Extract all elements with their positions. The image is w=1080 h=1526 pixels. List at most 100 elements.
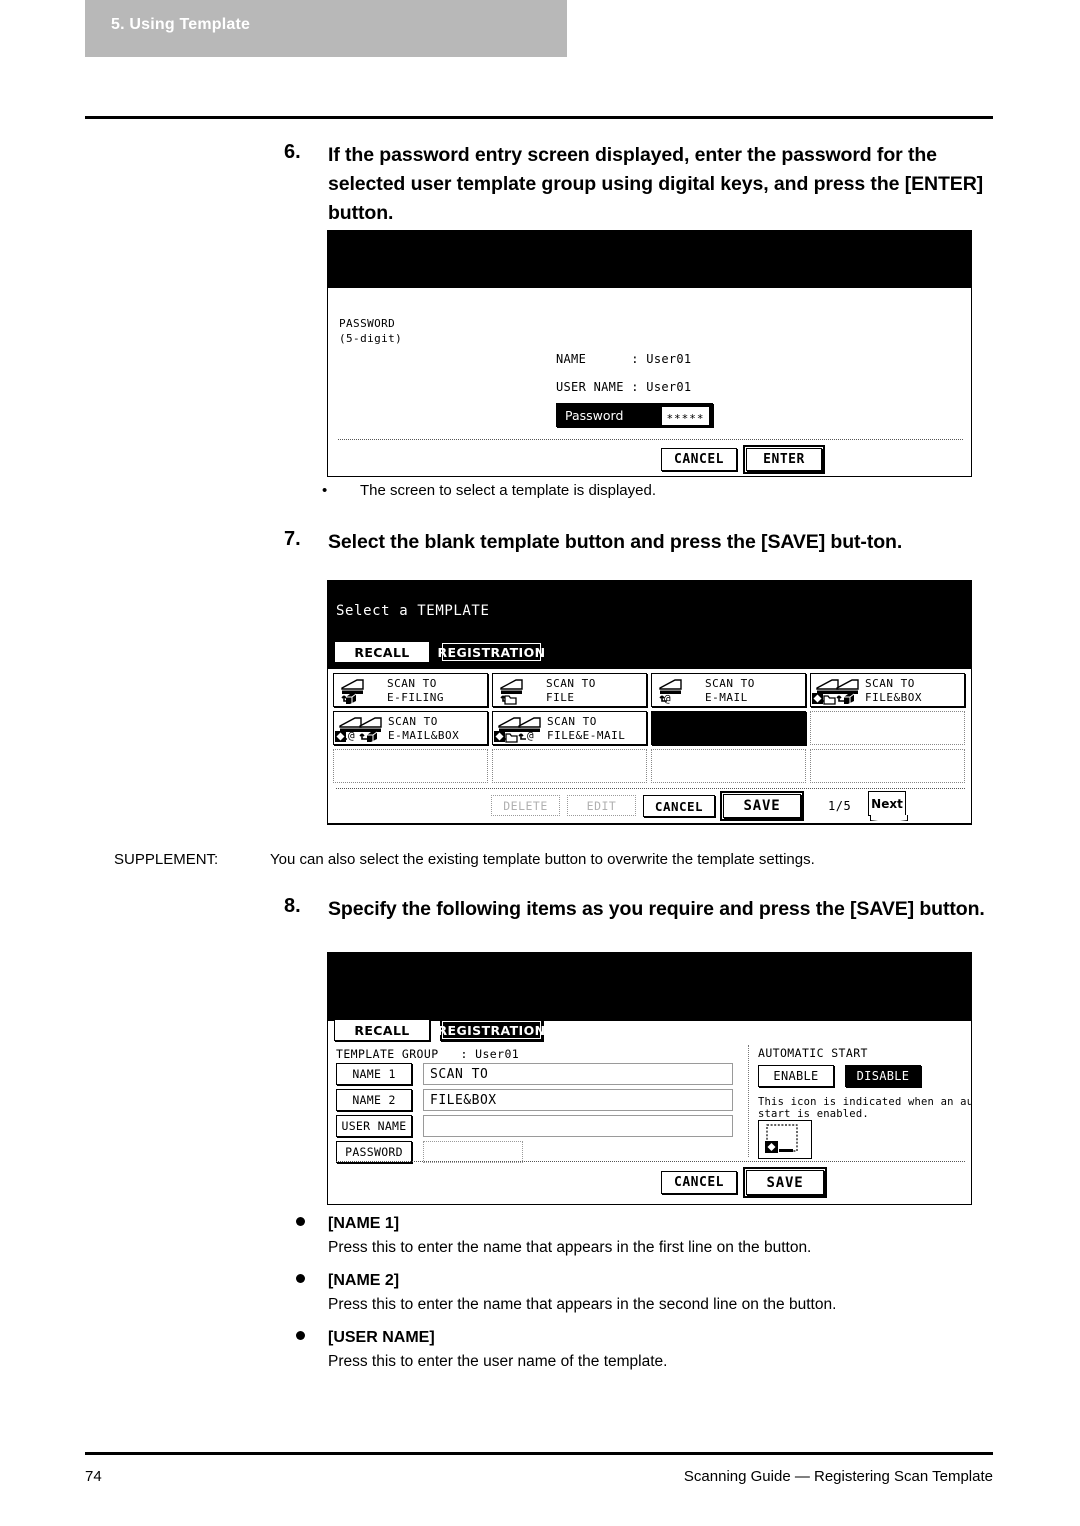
delete-button[interactable]: DELETE: [491, 795, 560, 816]
template-button[interactable]: SCAN TO FILE: [492, 673, 647, 707]
vertical-divider: [748, 1045, 749, 1157]
tab-registration[interactable]: REGISTRATION: [438, 641, 545, 663]
definition-term: [NAME 1]: [328, 1215, 400, 1232]
scanner-glyph-icon: [341, 679, 364, 704]
scanner-glyph-icon: [500, 679, 523, 705]
automatic-start-note: This icon is indicated when an automatic…: [758, 1096, 972, 1120]
step-8-number: 8.: [284, 895, 301, 917]
footer-rule: [85, 1452, 993, 1455]
cancel-button[interactable]: CANCEL: [661, 1171, 737, 1194]
field-value-name-1[interactable]: SCAN TO: [423, 1063, 733, 1085]
scanner-glyph-icon: @: [335, 717, 382, 742]
template-button[interactable]: SCAN TO E-FILING: [333, 673, 488, 707]
divider: [336, 1161, 965, 1162]
divider: [336, 788, 965, 789]
auto-start-glyph-icon: [765, 1124, 798, 1153]
template-button-label: SCAN TO E-MAIL&BOX: [388, 715, 460, 742]
template-button-label: SCAN TO E-MAIL: [705, 677, 755, 704]
screen-title: Select a TEMPLATE: [336, 603, 490, 619]
template-button-label: SCAN TO FILE&BOX: [865, 677, 922, 704]
edit-button[interactable]: EDIT: [567, 795, 636, 816]
name-row: NAME : User01: [556, 352, 692, 366]
template-registration-screen: RECALL REGISTRATION TEMPLATE GROUP : Use…: [327, 952, 972, 1205]
template-button[interactable]: [810, 749, 965, 783]
field-key-name-1[interactable]: NAME 1: [336, 1063, 412, 1085]
bullet-dot: •: [322, 482, 328, 499]
definition-item: [NAME 2] Press this to enter the name tha…: [296, 1270, 996, 1316]
lcd-header-bar: [328, 953, 971, 1021]
lcd-bottom-line: [328, 823, 971, 824]
next-button[interactable]: Next: [868, 791, 906, 816]
page-indicator: 1/5: [828, 799, 852, 813]
step-8-text: Specify the following items as you requi…: [328, 898, 985, 920]
chapter-title: 5. Using Template: [111, 16, 251, 33]
definition-item: [USER NAME] Press this to enter the user …: [296, 1327, 996, 1373]
scanner-glyph-icon: [812, 679, 859, 705]
scanner-to-efiling-icon: [337, 677, 367, 709]
scanner-glyph-icon: @: [494, 717, 541, 743]
field-key-password[interactable]: PASSWORD: [336, 1141, 412, 1163]
bullet-dot-icon: [296, 1274, 305, 1283]
svg-text:@: @: [527, 729, 534, 742]
template-group-row: TEMPLATE GROUP : User01: [336, 1047, 520, 1061]
tab-registration[interactable]: REGISTRATION: [438, 1019, 545, 1041]
scanner-to-fileemail-icon: @: [494, 715, 544, 747]
tab-recall[interactable]: RECALL: [334, 641, 430, 663]
chapter-tab: 5. Using Template: [85, 0, 567, 57]
enter-button[interactable]: ENTER: [743, 445, 825, 474]
field-key-name-2[interactable]: NAME 2: [336, 1089, 412, 1111]
template-button[interactable]: @ SCAN TO E-MAIL: [651, 673, 806, 707]
template-button-label: SCAN TO E-FILING: [387, 677, 444, 704]
supplement-label: SUPPLEMENT:: [114, 851, 219, 868]
step-6-number: 6.: [284, 141, 301, 163]
lcd-header-bar: [328, 231, 971, 288]
automatic-start-title: AUTOMATIC START: [758, 1046, 868, 1060]
password-input[interactable]: Password : ∗∗∗∗∗: [556, 403, 713, 427]
password-input-caption: Password: [565, 408, 624, 423]
cancel-button[interactable]: CANCEL: [643, 795, 715, 817]
step-6-text: If the password entry screen displayed, …: [328, 144, 984, 224]
svg-text:@: @: [664, 692, 671, 705]
template-button[interactable]: @ SCAN TO E-MAIL&BOX: [333, 711, 488, 745]
definition-term: [USER NAME]: [328, 1329, 435, 1346]
field-value-user-name[interactable]: [423, 1115, 733, 1137]
definition-item: [NAME 1] Press this to enter the name tha…: [296, 1213, 996, 1259]
password-entry-screen: PASSWORD (5-digit) NAME : User01 USER NA…: [327, 230, 972, 477]
field-value-password[interactable]: [423, 1141, 523, 1163]
scanner-to-email-icon: @: [655, 677, 685, 709]
template-button[interactable]: [651, 711, 806, 745]
template-button[interactable]: @ SCAN TO FILE&E-MAIL: [492, 711, 647, 745]
supplement-text: You can also select the existing templat…: [270, 851, 815, 868]
cancel-button[interactable]: CANCEL: [661, 448, 737, 471]
save-button[interactable]: SAVE: [743, 1167, 827, 1198]
definition-description: Press this to enter the name that appear…: [328, 1296, 837, 1313]
template-button[interactable]: [651, 749, 806, 783]
template-button[interactable]: [810, 711, 965, 745]
template-button[interactable]: SCAN TO FILE&BOX: [810, 673, 965, 707]
field-description-list: [NAME 1] Press this to enter the name tha…: [296, 1213, 996, 1384]
scanner-to-emailbox-icon: @: [335, 715, 385, 747]
field-key-user-name[interactable]: USER NAME: [336, 1115, 412, 1137]
field-value-name-2[interactable]: FILE&BOX: [423, 1089, 733, 1111]
template-button[interactable]: [492, 749, 647, 783]
template-button-label: SCAN TO FILE: [546, 677, 596, 704]
template-button[interactable]: [333, 749, 488, 783]
tab-recall[interactable]: RECALL: [334, 1019, 430, 1041]
password-digit-label: PASSWORD (5-digit): [339, 317, 403, 345]
step-7-text: Select the blank template button and pre…: [328, 531, 903, 553]
header-rule: [85, 116, 993, 119]
scanner-to-file-icon: [496, 677, 526, 709]
svg-text:@: @: [348, 729, 355, 742]
template-button-label: SCAN TO FILE&E-MAIL: [547, 715, 626, 742]
definition-term: [NAME 2]: [328, 1272, 400, 1289]
footer-title: Scanning Guide — Registering Scan Templa…: [683, 1468, 993, 1485]
disable-button[interactable]: DISABLE: [845, 1065, 921, 1087]
bullet-dot-icon: [296, 1331, 305, 1340]
select-template-screen: Select a TEMPLATE RECALL REGISTRATION SC…: [327, 580, 972, 825]
save-button[interactable]: SAVE: [720, 791, 804, 821]
user-name-row: USER NAME : User01: [556, 380, 692, 394]
enable-button[interactable]: ENABLE: [758, 1065, 834, 1087]
divider: [338, 439, 963, 440]
definition-description: Press this to enter the user name of the…: [328, 1353, 668, 1370]
automatic-start-icon: [758, 1120, 812, 1159]
